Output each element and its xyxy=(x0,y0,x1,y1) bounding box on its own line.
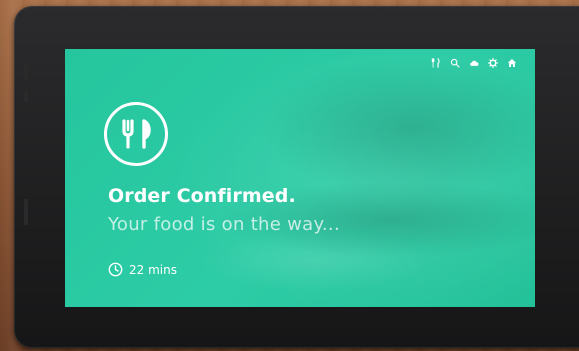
cloud-icon[interactable] xyxy=(468,57,479,68)
clock-icon xyxy=(108,262,123,277)
order-confirmed-title: Order Confirmed. xyxy=(108,185,296,207)
tablet-side-button xyxy=(24,199,28,225)
fork-knife-badge-icon xyxy=(103,101,169,167)
gear-icon[interactable] xyxy=(487,57,498,68)
fork-knife-icon[interactable] xyxy=(430,57,441,68)
eta-value: 22 mins xyxy=(129,262,177,277)
delivery-eta: 22 mins xyxy=(108,262,177,277)
tablet-side-button xyxy=(24,90,28,102)
search-icon[interactable] xyxy=(449,57,460,68)
top-icon-bar xyxy=(430,57,517,68)
home-icon[interactable] xyxy=(506,57,517,68)
order-confirmation-screen: Order Confirmed. Your food is on the way… xyxy=(65,49,535,307)
tablet-side-button xyxy=(24,62,28,80)
wooden-table-background: Order Confirmed. Your food is on the way… xyxy=(0,0,579,351)
delivery-status-message: Your food is on the way... xyxy=(108,214,340,235)
